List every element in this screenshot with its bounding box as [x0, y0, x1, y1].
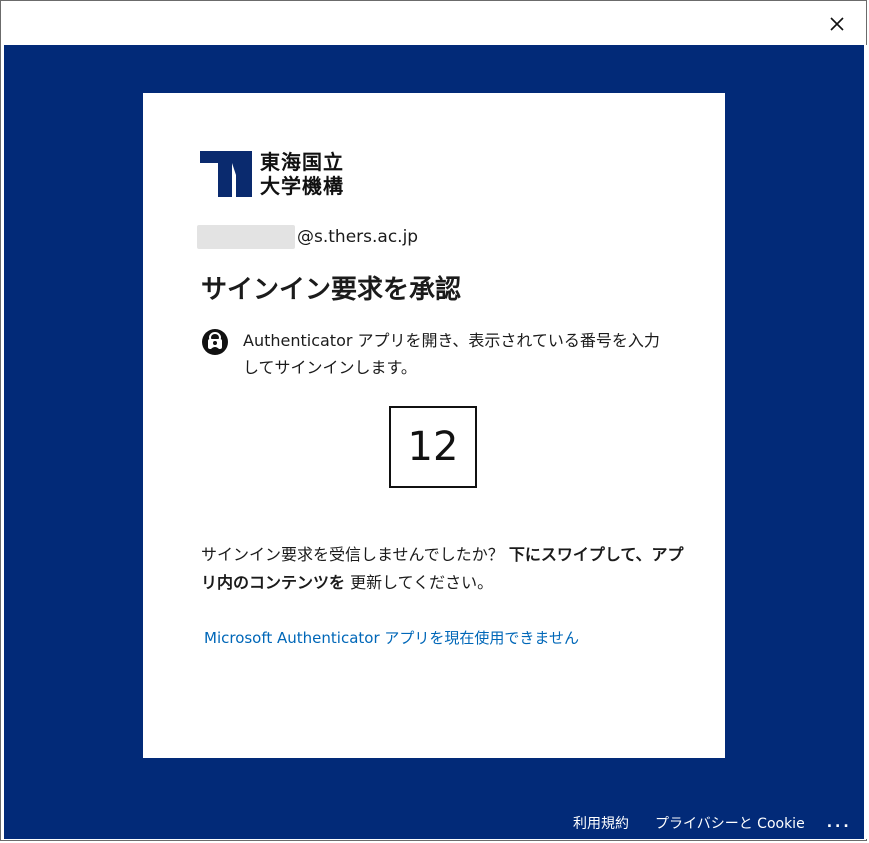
- close-button[interactable]: [822, 9, 852, 39]
- close-icon: [830, 17, 844, 31]
- window-edge: [864, 45, 868, 839]
- instruction: Authenticator アプリを開き、表示されている番号を入力してサインイン…: [201, 327, 671, 381]
- account-identifier: @s.thers.ac.jp: [197, 223, 418, 251]
- redacted-username: [197, 225, 295, 249]
- authenticator-unavailable-link[interactable]: Microsoft Authenticator アプリを現在使用できません: [204, 627, 579, 648]
- terms-link[interactable]: 利用規約: [573, 813, 629, 833]
- refresh-hint: サインイン要求を受信しませんでしたか？ 下にスワイプして、アプリ内のコンテンツを…: [201, 541, 691, 597]
- sign-in-card: 東海国立 大学機構 @s.thers.ac.jp サインイン要求を承認 Auth…: [143, 93, 725, 758]
- dialog-window: 東海国立 大学機構 @s.thers.ac.jp サインイン要求を承認 Auth…: [0, 0, 868, 841]
- hint-prefix: サインイン要求を受信しませんでしたか？: [201, 545, 504, 564]
- privacy-cookie-link[interactable]: プライバシーと Cookie: [655, 813, 805, 833]
- account-domain: @s.thers.ac.jp: [297, 227, 419, 247]
- org-logo-line1: 東海国立: [260, 150, 344, 174]
- org-logo: 東海国立 大学機構: [200, 150, 344, 199]
- org-logo-text: 東海国立 大学機構: [260, 150, 344, 198]
- more-options-button[interactable]: ...: [827, 815, 852, 831]
- hint-suffix: 更新してください。: [350, 573, 494, 592]
- org-logo-mark: [200, 151, 252, 197]
- page-title: サインイン要求を承認: [201, 275, 462, 305]
- org-logo-line2: 大学機構: [260, 174, 344, 198]
- footer: 利用規約 プライバシーと Cookie ...: [573, 813, 852, 833]
- title-bar: [1, 1, 866, 45]
- instruction-text: Authenticator アプリを開き、表示されている番号を入力してサインイン…: [243, 331, 660, 377]
- approval-number: 12: [389, 406, 477, 488]
- lock-person-icon: [202, 329, 228, 355]
